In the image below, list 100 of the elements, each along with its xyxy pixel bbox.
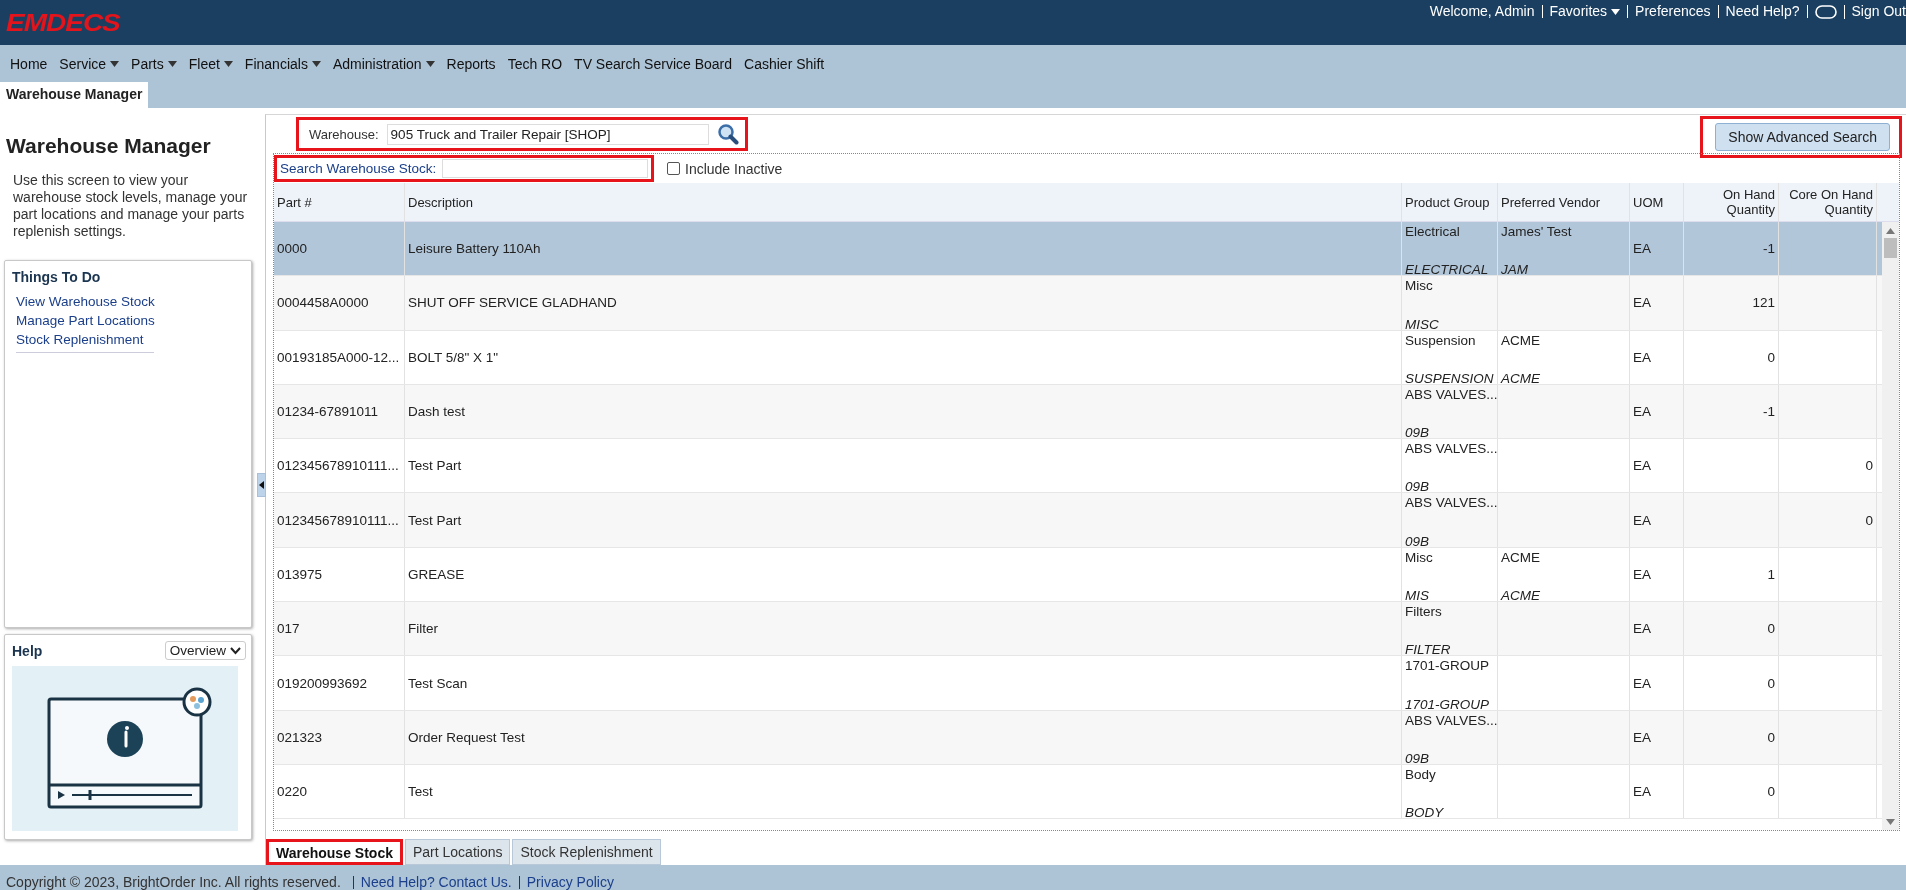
table-cell: Test	[405, 764, 1402, 819]
table-cell-text: 09B	[1405, 425, 1431, 441]
table-cell: EA	[1633, 295, 1651, 311]
column-header[interactable]: Part #	[274, 183, 405, 221]
header-link[interactable]: Need Help?	[1718, 5, 1808, 18]
nav-menu-item[interactable]: Tech RO	[501, 55, 569, 72]
nav-menu-item[interactable]: Home	[4, 55, 54, 72]
sidebar-description: Use this screen to view your warehouse stock levels, manage your part locations and manage your parts replenish settings.	[13, 172, 248, 240]
nav-menu-item[interactable]: Cashier Shift	[738, 55, 831, 72]
chat-bubble-icon[interactable]	[1814, 4, 1837, 19]
table-cell-text: Filters	[1405, 604, 1443, 620]
column-header[interactable]: Description	[405, 183, 1402, 221]
table-cell-text: BODY	[1405, 805, 1445, 821]
card-title: Help	[12, 642, 43, 659]
table-cell: EA	[1633, 621, 1651, 637]
table-cell-text: 09B	[1405, 533, 1431, 549]
welcome-text: Welcome, Admin	[1422, 5, 1543, 18]
favorites-menu[interactable]: Favorites	[1542, 5, 1629, 18]
table-cell-text: ACME	[1501, 370, 1541, 386]
show-advanced-search-button[interactable]: Show Advanced Search	[1715, 123, 1890, 151]
header-link[interactable]: Sign Out	[1844, 5, 1906, 18]
table-cell: 0	[1767, 784, 1775, 800]
page-tab[interactable]: Warehouse Manager	[0, 82, 149, 108]
table-cell: 021323	[274, 710, 405, 764]
column-header[interactable]: UOM	[1630, 183, 1684, 221]
nav-menu-item[interactable]: Parts	[125, 55, 183, 72]
table-row[interactable]: 0000 Leisure Battery 110Ah Electrical ELECTRICAL James' Test JAM EA -1	[274, 222, 1882, 277]
table-cell: 0	[1767, 675, 1775, 691]
column-header[interactable]: Preferred Vendor	[1498, 183, 1630, 221]
table-cell: 0220	[274, 764, 405, 819]
table-cell: Test Part	[405, 493, 1402, 547]
table-cell: 0	[1767, 349, 1775, 365]
section-tab[interactable]: Part Locations	[404, 839, 511, 865]
caret-icon	[223, 60, 233, 67]
video-help-drawing[interactable]	[12, 666, 238, 831]
card-title: Things To Do	[12, 269, 102, 285]
table-row[interactable]: 012345678910111... Test Part ABS VALVES... 09B EA 0	[274, 439, 1882, 494]
table-cell: 01234-67891011	[274, 384, 405, 439]
table-row[interactable]: 013975 GREASE Misc MIS ACME ACME EA 1	[274, 547, 1882, 603]
nav-menu-item[interactable]: Financials	[238, 55, 327, 72]
column-header[interactable]: Core On Hand Quantity	[1779, 183, 1877, 221]
nav-menu-item[interactable]: Fleet	[182, 55, 239, 72]
table-cell-text: 1701-GROUP	[1405, 658, 1491, 674]
table-cell-text: Misc	[1405, 278, 1434, 294]
warehouse-field[interactable]: 905 Truck and Trailer Repair [SHOP]	[386, 123, 709, 145]
caret-icon	[167, 60, 177, 67]
footer-link[interactable]: Need Help? Contact Us.	[353, 874, 519, 890]
search-icon[interactable]	[716, 123, 739, 145]
table-cell-text: FILTER	[1405, 642, 1452, 658]
task-link[interactable]: Manage Part Locations	[16, 311, 154, 330]
nav-menu-item[interactable]: Service	[53, 55, 126, 72]
table-cell-text: ELECTRICAL	[1405, 262, 1490, 278]
collapse-handle[interactable]	[257, 473, 266, 497]
table-row[interactable]: 019200993692 Test Scan 1701-GROUP 1701-GROUP EA 0	[274, 656, 1882, 711]
nav-menu-item[interactable]: TV Search Service Board	[568, 55, 739, 72]
table-cell: EA	[1633, 404, 1651, 420]
header-link[interactable]: Preferences	[1628, 5, 1719, 18]
table-cell-text: JAM	[1501, 262, 1529, 278]
table-cell-text: Body	[1405, 766, 1437, 782]
task-link[interactable]: Stock Replenishment	[16, 330, 154, 349]
table-cell: -1	[1763, 404, 1775, 420]
table-cell: Test Scan	[405, 656, 1402, 710]
table-row[interactable]: 021323 Order Request Test ABS VALVES... 09B EA 0	[274, 710, 1882, 765]
table-row[interactable]: 0004458A0000 SHUT OFF SERVICE GLADHAND Misc MISC EA 121	[274, 276, 1882, 331]
nav-menu-item[interactable]: Administration	[326, 55, 441, 72]
table-cell-text: 09B	[1405, 479, 1431, 495]
table-cell: Test Part	[405, 439, 1402, 493]
scrollbar[interactable]	[1882, 222, 1899, 830]
table-cell: Filter	[405, 602, 1402, 656]
table-row[interactable]: 0220 Test Body BODY EA 0	[274, 764, 1882, 820]
table-cell-text: 09B	[1405, 750, 1431, 766]
table-cell: 0	[1865, 512, 1873, 528]
table-cell: EA	[1633, 675, 1651, 691]
table-cell: 019200993692	[274, 656, 405, 710]
table-row[interactable]: 00193185A000-12... BOLT 5/8" X 1" Suspension SUSPENSION ACME ACME EA 0	[274, 330, 1882, 385]
scroll-down-icon[interactable]	[1886, 819, 1895, 825]
help-topic-dropdown[interactable]: Overview	[164, 641, 246, 660]
table-cell-text: MIS	[1405, 588, 1430, 604]
chevron-down-icon	[230, 646, 241, 655]
task-link[interactable]: View Warehouse Stock	[16, 292, 154, 311]
scroll-up-icon[interactable]	[1886, 228, 1895, 234]
table-cell-text: Electrical	[1405, 224, 1461, 239]
footer-link[interactable]: Privacy Policy	[519, 874, 621, 890]
table-row[interactable]: 012345678910111... Test Part ABS VALVES... 09B EA 0	[274, 493, 1882, 548]
table-cell: SUSPENSION	[1405, 370, 1494, 386]
nav-menu-item[interactable]: Reports	[440, 55, 502, 72]
table-cell: EA	[1633, 512, 1651, 528]
triangle-left-icon	[259, 481, 264, 489]
table-cell-text: Misc	[1405, 549, 1434, 565]
column-header[interactable]: Product Group	[1402, 183, 1498, 221]
table-row[interactable]: 017 Filter Filters FILTER EA 0	[274, 602, 1882, 657]
table-row[interactable]: 01234-67891011 Dash test ABS VALVES... 09B EA -1	[274, 384, 1882, 440]
table-cell: 017	[274, 602, 405, 656]
section-tab[interactable]: Stock Replenishment	[512, 839, 661, 865]
search-field[interactable]: Search Warehouse Stock:	[274, 155, 654, 182]
table-cell: 00193185A000-12...	[274, 330, 405, 384]
column-header[interactable]: On Hand Quantity	[1684, 183, 1779, 221]
scroll-thumb[interactable]	[1884, 238, 1897, 258]
table-cell: 0	[1865, 458, 1873, 474]
section-tab[interactable]: Warehouse Stock	[266, 839, 403, 865]
